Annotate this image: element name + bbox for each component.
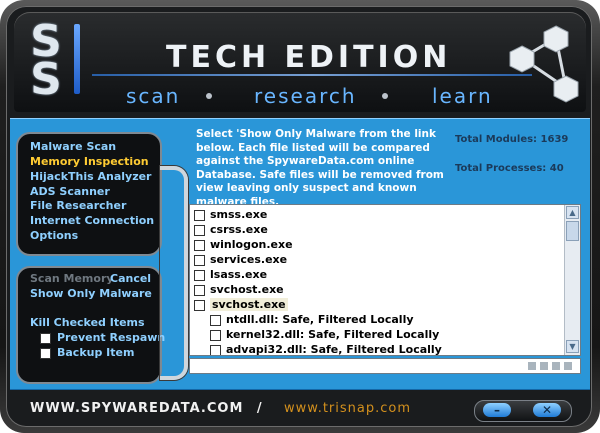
checkbox-icon[interactable]	[194, 224, 205, 236]
scroll-down-icon[interactable]: ▼	[566, 340, 579, 353]
app-logo: S S	[22, 18, 70, 102]
checkbox-icon[interactable]	[194, 209, 205, 221]
backup-item-label: Backup Item	[57, 346, 135, 359]
logo-letter-bottom: S	[30, 54, 62, 105]
list-item[interactable]: csrss.exe	[194, 222, 268, 237]
app-window: S S TECH EDITION scan research learn Mal…	[0, 0, 600, 433]
footer-trisnap-link[interactable]: www.trisnap.com	[284, 401, 411, 416]
window-controls: – ✕	[474, 400, 572, 422]
show-only-malware-link[interactable]: Show Only Malware	[30, 287, 152, 300]
list-item-selected[interactable]: svchost.exe	[194, 297, 288, 312]
scrollbar-thumb[interactable]	[566, 221, 579, 241]
backup-item-option[interactable]: Backup Item	[40, 346, 134, 359]
nav-separator-dot	[206, 93, 212, 99]
scan-progress-bar	[189, 358, 581, 374]
close-icon[interactable]: ✕	[533, 403, 561, 417]
sidebar-item-file-researcher[interactable]: File Researcher	[30, 199, 126, 212]
nav-research[interactable]: research	[254, 84, 357, 108]
list-item[interactable]: smss.exe	[194, 207, 267, 222]
actions-panel: Scan Memory Cancel Show Only Malware Kil…	[16, 266, 165, 384]
prevent-respawn-label: Prevent Respawn	[57, 331, 166, 344]
list-item[interactable]: advapi32.dll: Safe, Filtered Locally	[210, 342, 442, 355]
checkbox-icon[interactable]	[210, 344, 221, 355]
checkbox-icon[interactable]	[194, 254, 205, 266]
checkbox-icon[interactable]	[210, 314, 221, 326]
process-list[interactable]: smss.exe csrss.exe winlogon.exe services…	[189, 204, 581, 356]
nav-learn[interactable]: learn	[432, 84, 493, 108]
checkbox-icon[interactable]	[194, 269, 205, 281]
footer-separator: /	[256, 401, 263, 416]
cancel-button[interactable]: Cancel	[110, 272, 151, 285]
sidebar-item-ads-scanner[interactable]: ADS Scanner	[30, 185, 110, 198]
sidebar-item-options[interactable]: Options	[30, 229, 78, 242]
total-modules: Total Modules: 1639	[455, 134, 569, 145]
list-item[interactable]: winlogon.exe	[194, 237, 293, 252]
progress-segment	[552, 362, 560, 370]
checkbox-icon[interactable]	[194, 239, 205, 251]
sidebar-item-hijackthis-analyzer[interactable]: HijackThis Analyzer	[30, 170, 151, 183]
checkbox-icon[interactable]	[194, 299, 205, 311]
list-item[interactable]: svchost.exe	[194, 282, 284, 297]
panel-bracket	[160, 166, 188, 380]
list-item[interactable]: lsass.exe	[194, 267, 267, 282]
progress-segment	[528, 362, 536, 370]
sidebar-item-memory-inspection[interactable]: Memory Inspection	[30, 155, 149, 168]
prevent-respawn-option[interactable]: Prevent Respawn	[40, 331, 165, 344]
title-divider	[92, 74, 532, 76]
sidebar-menu: Malware Scan Memory Inspection HijackThi…	[16, 132, 162, 256]
list-scrollbar[interactable]: ▲ ▼	[564, 205, 580, 355]
checkbox-icon[interactable]	[40, 347, 51, 359]
checkbox-icon[interactable]	[194, 284, 205, 296]
progress-segment	[564, 362, 572, 370]
nav-separator-dot	[382, 93, 388, 99]
nav-scan[interactable]: scan	[126, 84, 180, 108]
list-item[interactable]: services.exe	[194, 252, 287, 267]
total-processes: Total Processes: 40	[455, 163, 564, 174]
logo-accent-bar	[74, 24, 80, 94]
footer-left-text: WWW.SPYWAREDATA.COM	[30, 401, 244, 416]
molecule-icon	[509, 25, 579, 103]
sidebar-item-malware-scan[interactable]: Malware Scan	[30, 140, 116, 153]
progress-segment	[540, 362, 548, 370]
checkbox-icon[interactable]	[40, 332, 51, 344]
footer-spywaredata-link[interactable]: WWW.SPYWAREDATA.COM /	[30, 401, 263, 416]
list-item[interactable]: ntdll.dll: Safe, Filtered Locally	[210, 312, 414, 327]
instructions-text: Select 'Show Only Malware from the link …	[196, 128, 444, 208]
list-item[interactable]: kernel32.dll: Safe, Filtered Locally	[210, 327, 439, 342]
kill-checked-items-button[interactable]: Kill Checked Items	[30, 316, 145, 329]
scroll-up-icon[interactable]: ▲	[566, 206, 579, 219]
sidebar-item-internet-connection[interactable]: Internet Connection	[30, 214, 154, 227]
scan-memory-button[interactable]: Scan Memory	[30, 272, 114, 285]
minimize-icon[interactable]: –	[483, 403, 511, 417]
page-title: TECH EDITION	[166, 40, 452, 75]
checkbox-icon[interactable]	[210, 329, 221, 341]
